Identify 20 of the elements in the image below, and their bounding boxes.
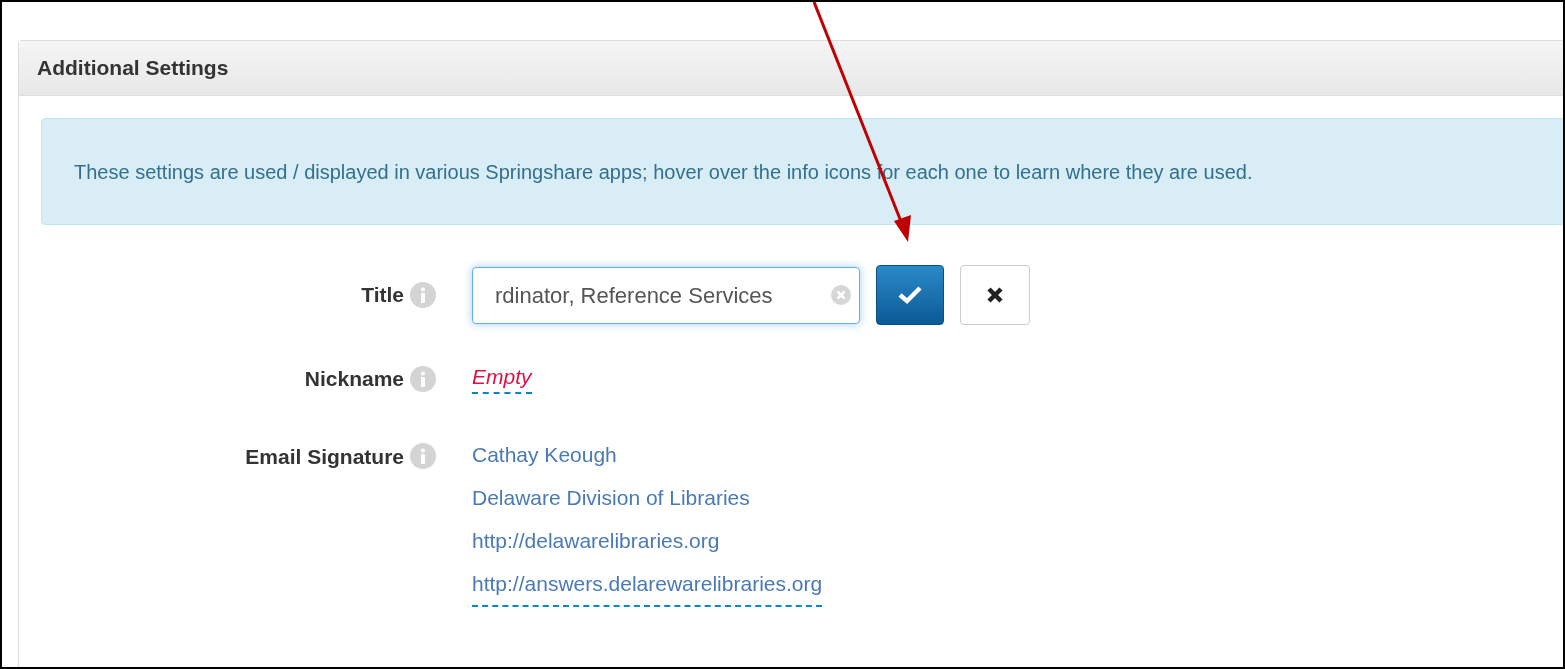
email-signature-link[interactable]: Cathay Keough Delaware Division of Libraries http://delawarelibraries.org http://answers.delarewarelibraries.org xyxy=(472,432,823,607)
cancel-button[interactable] xyxy=(960,265,1030,325)
check-icon xyxy=(898,285,922,305)
confirm-button[interactable] xyxy=(876,265,944,325)
info-icon[interactable] xyxy=(410,365,436,392)
signature-line: Cathay Keough xyxy=(472,441,618,468)
title-input[interactable]: rdinator, Reference Services xyxy=(472,266,860,324)
close-icon xyxy=(986,286,1004,304)
empty-value-link[interactable]: Empty xyxy=(472,365,532,395)
field-label: Title xyxy=(361,282,404,309)
clear-icon[interactable] xyxy=(831,285,851,305)
field-label: Nickname xyxy=(304,366,404,392)
signature-line: http://delawarelibraries.org xyxy=(472,527,721,554)
info-icon[interactable] xyxy=(410,443,436,470)
signature-line: Delaware Division of Libraries xyxy=(472,484,751,511)
info-icon[interactable] xyxy=(410,282,436,308)
title-input-text: rdinator, Reference Services xyxy=(495,278,831,312)
panel-title: Additional Settings xyxy=(37,55,229,82)
field-label: Email Signature xyxy=(245,443,404,470)
signature-line: http://answers.delarewarelibraries.org xyxy=(472,570,823,597)
